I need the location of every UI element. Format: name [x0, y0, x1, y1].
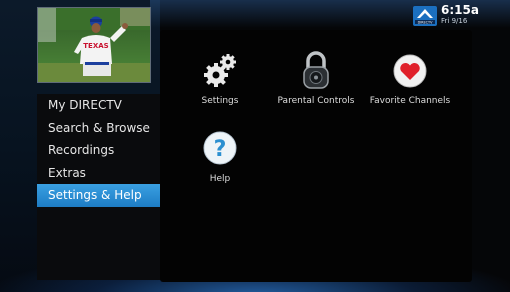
menu-item-settings-help[interactable]: Settings & Help — [37, 184, 161, 207]
menu-item-recordings[interactable]: Recordings — [37, 139, 161, 162]
settings-option[interactable]: Settings — [172, 50, 268, 106]
settings-label: Settings — [201, 96, 239, 106]
parental-controls-label: Parental Controls — [277, 96, 355, 106]
favorite-channels-label: Favorite Channels — [369, 96, 451, 106]
help-option[interactable]: ? Help — [172, 128, 268, 184]
help-label: Help — [209, 174, 231, 184]
heart-icon — [393, 54, 427, 88]
jersey-text: TEXAS — [83, 42, 108, 50]
parental-controls-option[interactable]: Parental Controls — [268, 50, 364, 106]
question-mark-icon: ? — [203, 131, 237, 165]
directv-logo-icon: DIRECTV — [412, 5, 438, 27]
menu-item-my-directv[interactable]: My DIRECTV — [37, 94, 161, 117]
clock-date: Fri 9/16 — [441, 17, 468, 25]
gears-icon — [204, 54, 236, 87]
clock-time: 6:15a — [441, 3, 479, 17]
svg-text:?: ? — [214, 137, 227, 162]
menu-item-search-browse[interactable]: Search & Browse — [37, 117, 161, 140]
live-tv-preview[interactable]: TEXAS — [37, 7, 151, 83]
baseball-player-image: TEXAS — [38, 8, 150, 82]
logo-text: DIRECTV — [418, 20, 434, 24]
padlock-icon — [303, 51, 329, 89]
favorite-channels-option[interactable]: Favorite Channels — [362, 50, 458, 106]
main-menu: My DIRECTV Search & Browse Recordings Ex… — [37, 94, 161, 280]
menu-item-extras[interactable]: Extras — [37, 162, 161, 185]
